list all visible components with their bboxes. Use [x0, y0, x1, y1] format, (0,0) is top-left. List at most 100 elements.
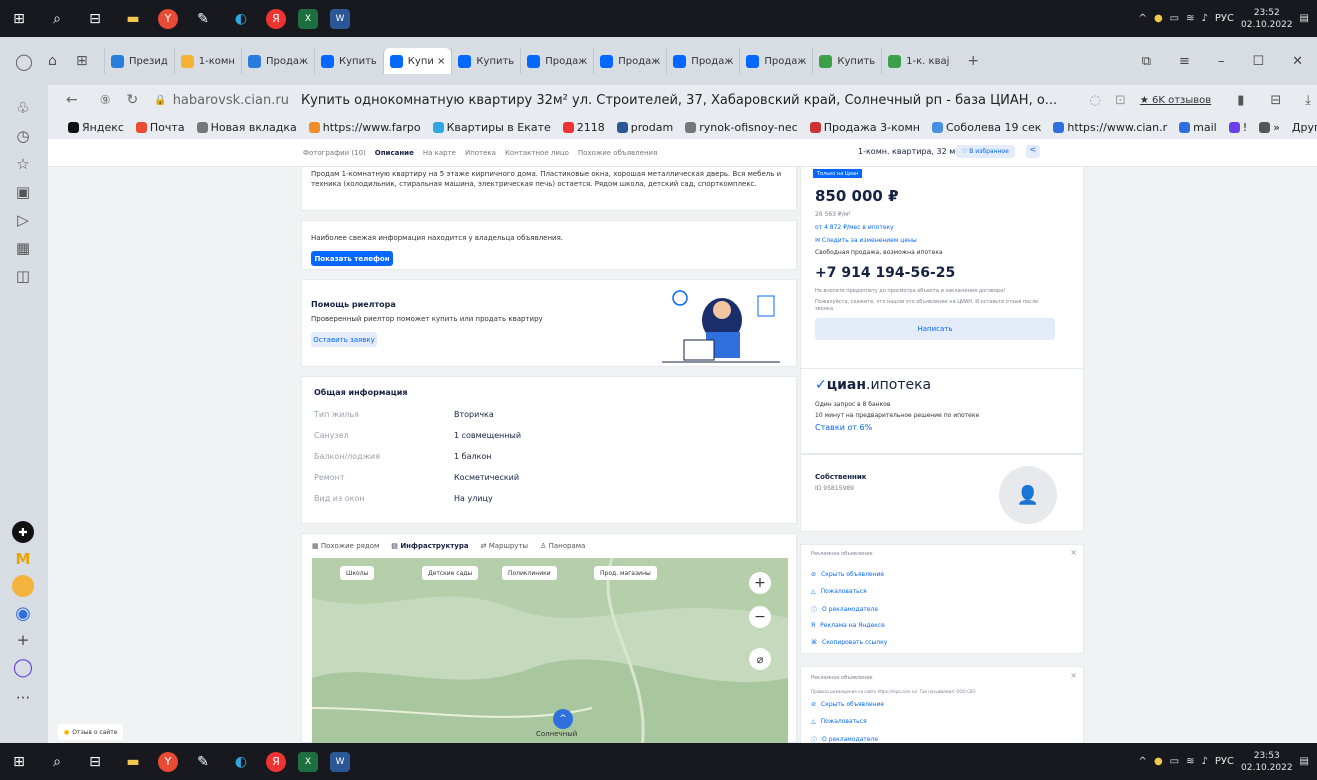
yandex-protect-icon[interactable]: ⑨ — [100, 93, 111, 107]
map-tab[interactable]: ⇄ Маршруты — [481, 542, 528, 550]
browser-tab[interactable]: Продаж — [240, 48, 314, 74]
watch-price-link[interactable]: ✉ Следить за изменением цены — [815, 237, 917, 244]
search-in-page-icon[interactable]: ◌ — [1090, 93, 1101, 108]
word-icon[interactable]: W — [330, 8, 350, 29]
map-filter-chip[interactable]: Прод. магазины — [594, 566, 657, 580]
reviews-link[interactable]: ★ 6K отзывов — [1140, 95, 1211, 106]
history-icon[interactable]: ◷ — [12, 125, 34, 147]
profile-icon[interactable]: ◯ — [0, 52, 48, 71]
tray-arrow-icon[interactable]: ^ — [1139, 13, 1147, 24]
bookmark-icon[interactable]: ▮ — [1237, 93, 1244, 108]
write-button[interactable]: Написать — [815, 318, 1055, 340]
cian-mortgage-logo[interactable]: ✓циан.ипотека — [815, 377, 931, 393]
back-button[interactable]: ← — [66, 92, 78, 108]
browser-tab[interactable]: Купить — [314, 48, 383, 74]
search-icon-2[interactable]: ⌕ — [44, 749, 70, 775]
market-icon[interactable]: M — [12, 548, 34, 570]
map-filter-chip[interactable]: Детские сады — [422, 566, 479, 580]
bookmark-item[interactable]: » — [1259, 121, 1280, 134]
notifications-icon[interactable]: ▤ — [1300, 13, 1309, 24]
bookmark-item[interactable]: https://www.farpo — [308, 121, 421, 134]
alice-app-icon[interactable]: ◯ — [12, 656, 34, 678]
word-icon-2[interactable]: W — [330, 751, 350, 772]
browser-tab[interactable]: Продаж — [666, 48, 739, 74]
browser-tab[interactable]: Продаж — [593, 48, 666, 74]
notes-icon[interactable]: ▦ — [12, 237, 34, 259]
maximize-button[interactable]: ☐ — [1252, 54, 1264, 69]
bookmark-item[interactable]: 2118 — [562, 121, 605, 134]
keyboard-language[interactable]: РУС — [1215, 13, 1234, 24]
browser-tab[interactable]: Купить — [812, 48, 881, 74]
map-tab[interactable]: ▤ Инфраструктура — [391, 542, 468, 550]
tray-app-icon[interactable]: ● — [1154, 13, 1163, 24]
search-app-icon[interactable]: ◉ — [12, 602, 34, 624]
browser-tab[interactable]: Купи × — [382, 48, 452, 74]
network-icon-2[interactable]: ≋ — [1186, 756, 1194, 767]
alice-icon[interactable]: ♧ — [12, 97, 34, 119]
bookmark-item[interactable]: rynok-ofisnoy-nec — [685, 121, 798, 134]
edge-icon[interactable]: ◐ — [228, 6, 254, 32]
map-filter-chip[interactable]: Школы — [340, 566, 375, 580]
tray-app-icon-2[interactable]: ● — [1154, 756, 1163, 767]
bookmark-item[interactable]: https://www.cian.r — [1053, 121, 1167, 134]
minimize-button[interactable]: – — [1218, 54, 1225, 69]
map-filter-chip[interactable]: Поликлиники — [502, 566, 557, 580]
yandex-icon-2[interactable]: Я — [266, 751, 286, 772]
yandex-browser-icon[interactable]: Y — [158, 8, 178, 29]
yandex-icon[interactable]: Я — [266, 8, 286, 29]
file-explorer-icon-2[interactable]: ▬ — [120, 749, 146, 775]
battery-icon-2[interactable]: ▭ — [1170, 756, 1179, 767]
menu-icon[interactable]: ≡ — [1179, 54, 1190, 69]
map-tab[interactable]: ♙ Панорама — [540, 542, 585, 550]
subnav-item[interactable]: Контактное лицо — [505, 149, 569, 157]
paint-icon-2[interactable]: ✎ — [190, 749, 216, 775]
new-tab-button[interactable]: + — [967, 53, 979, 69]
bookmarks-icon[interactable]: ☆ — [12, 153, 34, 175]
map[interactable]: Школы Детские сады Поликлиники Прод. магази… — [312, 558, 788, 743]
add-app-icon[interactable]: + — [12, 629, 34, 651]
bookmark-item[interactable]: prodam — [616, 121, 673, 134]
browser-tab[interactable]: 1-к. квај — [881, 48, 955, 74]
task-view-icon[interactable]: ⊟ — [82, 6, 108, 32]
ad-menu-item[interactable]: △ Пожаловаться — [811, 588, 867, 595]
tray-arrow-icon-2[interactable]: ^ — [1139, 756, 1147, 767]
browser-tab[interactable]: Продаж — [520, 48, 593, 74]
ad-box-1-close[interactable]: × — [1070, 548, 1077, 557]
volume-icon-2[interactable]: ♪ — [1202, 756, 1208, 767]
app-icon-1[interactable]: ✚ — [12, 521, 34, 543]
ad-box-2-close[interactable]: × — [1070, 671, 1077, 680]
edge-icon-2[interactable]: ◐ — [228, 749, 254, 775]
phone-number[interactable]: +7 914 194-56-25 — [815, 265, 955, 281]
subnav-item[interactable]: Фотографии (10) — [303, 149, 366, 157]
task-view-icon-2[interactable]: ⊟ — [82, 749, 108, 775]
bookmark-item[interactable]: Новая вкладка — [196, 121, 297, 134]
battery-icon[interactable]: ▭ — [1170, 13, 1179, 24]
browser-tab[interactable]: 1-комн — [173, 48, 241, 74]
keyboard-language-2[interactable]: РУС — [1215, 756, 1234, 767]
browser-tab[interactable]: Презид — [104, 48, 174, 74]
paint-icon[interactable]: ✎ — [190, 6, 216, 32]
tab-manager-icon[interactable]: ⧉ — [1142, 54, 1151, 69]
share-icon[interactable]: < — [1026, 145, 1040, 158]
ad-menu-item[interactable]: Я Реклама на Яндексе — [811, 622, 885, 629]
ruler-button[interactable]: ⌀ — [749, 648, 771, 670]
yandex-browser-icon-2[interactable]: Y — [158, 751, 178, 772]
more-icon[interactable]: ··· — [12, 687, 34, 709]
new-tab-group-icon[interactable]: ⊞ — [76, 53, 104, 69]
reload-button[interactable]: ↻ — [127, 92, 139, 108]
zoom-in-button[interactable]: + — [749, 572, 771, 594]
mortgage-rate-link[interactable]: Ставки от 6% — [815, 423, 872, 432]
page-title-url[interactable]: Купить однокомнатную квартиру 32м² ул. С… — [301, 93, 1057, 108]
notifications-icon-2[interactable]: ▤ — [1300, 756, 1309, 767]
browser-tab[interactable]: Продаж — [739, 48, 812, 74]
ad-menu-item[interactable]: ⊘ Скрыть объявление — [811, 571, 884, 578]
ad-menu-item[interactable]: ⓘ О рекламодателе — [811, 735, 878, 743]
mortgage-link[interactable]: от 4 872 ₽/мес в ипотеку — [815, 224, 894, 231]
ad-menu-item[interactable]: △ Пожаловаться — [811, 718, 867, 725]
bookmark-item[interactable]: Продажа 3-комн — [809, 121, 920, 134]
domain-text[interactable]: habarovsk.cian.ru — [173, 93, 289, 108]
browser-tab[interactable]: Купить — [451, 48, 520, 74]
bookmark-item[interactable]: mail — [1179, 121, 1217, 134]
windows-start-icon[interactable]: ⊞ — [6, 6, 32, 32]
subnav-item[interactable]: Похожие объявления — [578, 149, 657, 157]
